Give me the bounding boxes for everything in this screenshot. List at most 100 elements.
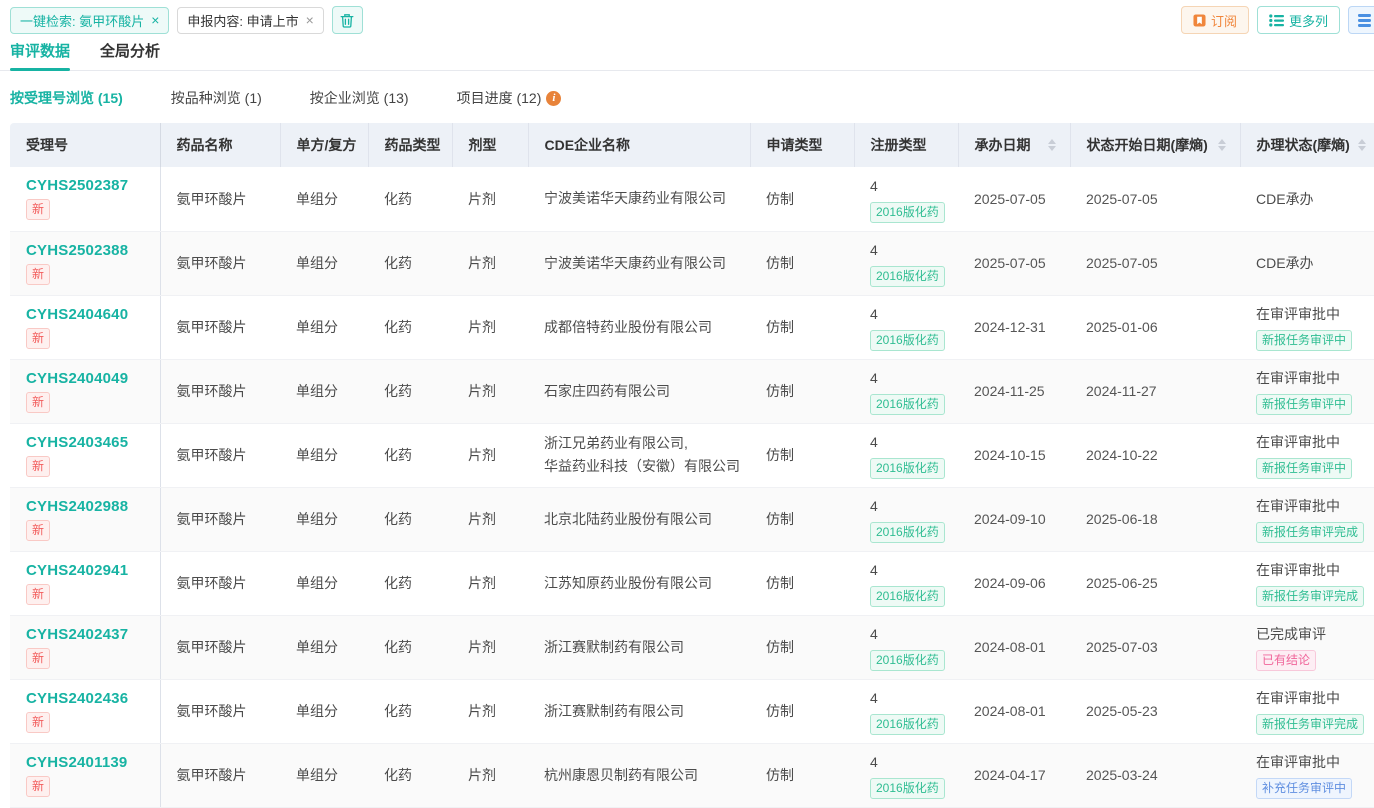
new-badge: 新 bbox=[26, 199, 50, 220]
reg-type-number: 4 bbox=[870, 367, 958, 389]
reg-type-cell: 42016版化药 bbox=[854, 231, 958, 295]
column-header-inner: 剂型 bbox=[469, 135, 528, 155]
status-badge: 新报任务审评完成 bbox=[1256, 522, 1364, 543]
close-icon[interactable]: × bbox=[306, 13, 314, 27]
company-cell: 宁波美诺华天康药业有限公司 bbox=[528, 167, 750, 231]
export-button-partial[interactable] bbox=[1348, 6, 1374, 34]
composition-cell: 单组分 bbox=[280, 423, 368, 487]
tab-0[interactable]: 审评数据 bbox=[10, 40, 70, 70]
company-cell: 北京北陆药业股份有限公司 bbox=[528, 487, 750, 551]
accept-no-cell: CYHS2404049新 bbox=[10, 359, 160, 423]
drug-name: 氨甲环酸片 bbox=[177, 764, 281, 786]
table-row: CYHS2502387新氨甲环酸片单组分化药片剂宁波美诺华天康药业有限公司仿制4… bbox=[10, 167, 1374, 231]
tab-1[interactable]: 全局分析 bbox=[100, 40, 160, 70]
dosage-form-cell: 片剂 bbox=[452, 231, 528, 295]
column-header-label: 药品类型 bbox=[385, 135, 441, 155]
drug-type-cell: 化药 bbox=[368, 359, 452, 423]
subtab-label: 按企业浏览 (13) bbox=[310, 88, 409, 108]
filter-tags: 一键检索: 氨甲环酸片×申报内容: 申请上市× bbox=[10, 7, 332, 34]
sort-desc-icon[interactable] bbox=[1358, 146, 1366, 151]
handle-status-cell: 在审评审批中新报任务审评完成 bbox=[1240, 487, 1374, 551]
sort-carets-icon[interactable] bbox=[1358, 139, 1366, 151]
status-text: 在审评审批中 bbox=[1256, 431, 1374, 453]
company-cell: 宁波美诺华天康药业有限公司 bbox=[528, 231, 750, 295]
subtab-0[interactable]: 按受理号浏览 (15) bbox=[10, 88, 123, 108]
more-columns-button[interactable]: 更多列 bbox=[1257, 6, 1340, 34]
accept-no-link[interactable]: CYHS2403465 bbox=[26, 434, 160, 451]
accept-no-link[interactable]: CYHS2404640 bbox=[26, 306, 160, 323]
subtab-3[interactable]: 项目进度 (12)i bbox=[457, 88, 562, 108]
sort-desc-icon[interactable] bbox=[1218, 146, 1226, 151]
column-header-9[interactable]: 状态开始日期(摩熵) bbox=[1070, 123, 1240, 167]
sort-asc-icon[interactable] bbox=[1218, 139, 1226, 144]
accept-no-link[interactable]: CYHS2402437 bbox=[26, 626, 160, 643]
status-start-date-cell: 2025-07-05 bbox=[1070, 167, 1240, 231]
company-cell: 石家庄四药有限公司 bbox=[528, 359, 750, 423]
handle-status-cell: 在审评审批中新报任务审评中 bbox=[1240, 423, 1374, 487]
composition-cell: 单组分 bbox=[280, 167, 368, 231]
status-text: CDE承办 bbox=[1256, 188, 1374, 210]
undertake-date-cell: 2024-08-01 bbox=[958, 679, 1070, 743]
subtab-1[interactable]: 按品种浏览 (1) bbox=[171, 88, 262, 108]
reg-type-number: 4 bbox=[870, 495, 958, 517]
drug-type-cell: 化药 bbox=[368, 231, 452, 295]
sort-asc-icon[interactable] bbox=[1048, 139, 1056, 144]
export-icon bbox=[1358, 14, 1373, 27]
status-start-date-cell: 2025-06-18 bbox=[1070, 487, 1240, 551]
column-header-inner: 办理状态(摩熵) bbox=[1257, 135, 1374, 155]
clear-filters-button[interactable] bbox=[332, 6, 363, 34]
accept-no-link[interactable]: CYHS2502387 bbox=[26, 177, 160, 194]
accept-no-link[interactable]: CYHS2402988 bbox=[26, 498, 160, 515]
reg-type-cell: 42016版化药 bbox=[854, 359, 958, 423]
sort-carets-icon[interactable] bbox=[1048, 139, 1056, 151]
composition-cell: 单组分 bbox=[280, 359, 368, 423]
column-header-10[interactable]: 办理状态(摩熵) bbox=[1240, 123, 1374, 167]
column-header-inner: 药品名称 bbox=[177, 135, 280, 155]
dosage-form-cell: 片剂 bbox=[452, 487, 528, 551]
accept-no-link[interactable]: CYHS2502388 bbox=[26, 242, 160, 259]
dosage-form-cell: 片剂 bbox=[452, 551, 528, 615]
toolbar-right: 订阅 更多列 bbox=[1181, 6, 1374, 34]
reg-type-badge: 2016版化药 bbox=[870, 202, 945, 223]
reg-type-badge: 2016版化药 bbox=[870, 330, 945, 351]
sort-asc-icon[interactable] bbox=[1358, 139, 1366, 144]
apply-type-cell: 仿制 bbox=[750, 231, 854, 295]
drug-type-cell: 化药 bbox=[368, 679, 452, 743]
column-header-8[interactable]: 承办日期 bbox=[958, 123, 1070, 167]
column-header-inner: 状态开始日期(摩熵) bbox=[1087, 135, 1240, 155]
company-name: 杭州康恩贝制药有限公司 bbox=[544, 764, 750, 787]
accept-no-link[interactable]: CYHS2404049 bbox=[26, 370, 160, 387]
trash-icon bbox=[340, 13, 354, 28]
accept-no-link[interactable]: CYHS2401139 bbox=[26, 754, 160, 771]
accept-no-link[interactable]: CYHS2402436 bbox=[26, 690, 160, 707]
dosage-form-cell: 片剂 bbox=[452, 743, 528, 807]
apply-type-cell: 仿制 bbox=[750, 295, 854, 359]
sort-desc-icon[interactable] bbox=[1048, 146, 1056, 151]
table-header-row: 受理号药品名称单方/复方药品类型剂型CDE企业名称申请类型注册类型承办日期状态开… bbox=[10, 123, 1374, 167]
accept-no-link[interactable]: CYHS2402941 bbox=[26, 562, 160, 579]
new-badge: 新 bbox=[26, 776, 50, 797]
column-header-label: 承办日期 bbox=[975, 135, 1031, 155]
undertake-date-cell: 2024-08-01 bbox=[958, 615, 1070, 679]
sort-carets-icon[interactable] bbox=[1218, 139, 1226, 151]
composition-cell: 单组分 bbox=[280, 551, 368, 615]
drug-type-cell: 化药 bbox=[368, 615, 452, 679]
undertake-date-cell: 2024-09-10 bbox=[958, 487, 1070, 551]
drug-name-cell: 氨甲环酸片 bbox=[160, 423, 280, 487]
drug-name: 氨甲环酸片 bbox=[177, 380, 281, 402]
close-icon[interactable]: × bbox=[151, 13, 159, 27]
column-header-inner: 受理号 bbox=[26, 135, 160, 155]
accept-no-cell: CYHS2402436新 bbox=[10, 679, 160, 743]
subtab-2[interactable]: 按企业浏览 (13) bbox=[310, 88, 409, 108]
subtab-label: 按受理号浏览 (15) bbox=[10, 88, 123, 108]
accept-no-cell: CYHS2502388新 bbox=[10, 231, 160, 295]
subscribe-button[interactable]: 订阅 bbox=[1181, 6, 1249, 34]
company-cell: 浙江兄弟药业有限公司,华益药业科技（安徽）有限公司 bbox=[528, 423, 750, 487]
company-name: 宁波美诺华天康药业有限公司 bbox=[544, 252, 750, 275]
drug-name-cell: 氨甲环酸片 bbox=[160, 615, 280, 679]
company-cell: 浙江赛默制药有限公司 bbox=[528, 679, 750, 743]
status-start-date-cell: 2024-10-22 bbox=[1070, 423, 1240, 487]
info-icon[interactable]: i bbox=[546, 91, 561, 106]
drug-name-cell: 氨甲环酸片 bbox=[160, 487, 280, 551]
column-header-label: 剂型 bbox=[469, 135, 497, 155]
